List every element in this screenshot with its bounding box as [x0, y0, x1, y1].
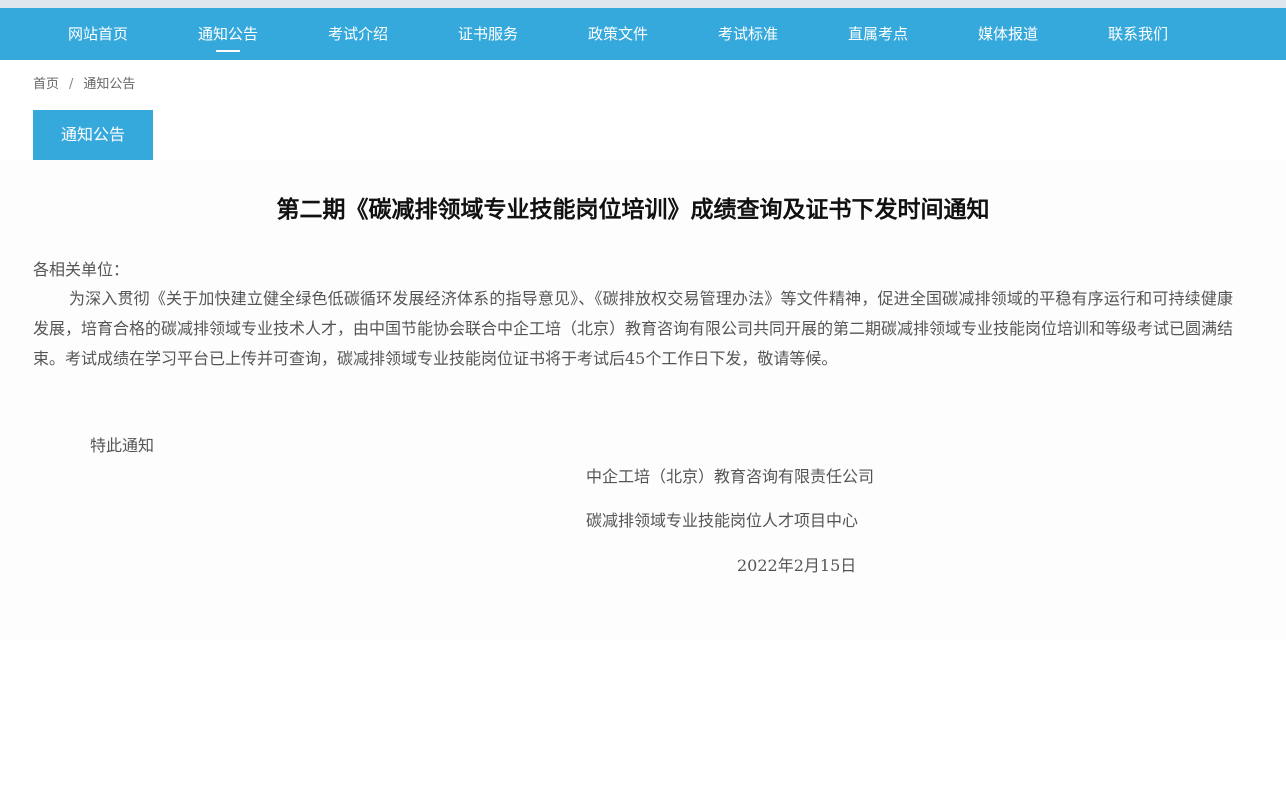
nav-item-label: 考试介绍 — [327, 25, 388, 43]
active-indicator — [216, 50, 240, 52]
nav-item-exam-intro[interactable]: 考试介绍 — [293, 8, 423, 60]
nav-item-media[interactable]: 媒体报道 — [943, 8, 1073, 60]
nav-item-label: 通知公告 — [197, 25, 258, 43]
article-paragraph: 为深入贯彻《关于加快建立健全绿色低碳循环发展经济体系的指导意见》、《碳排放权交易… — [33, 289, 1234, 368]
nav-item-label: 直属考点 — [847, 25, 908, 43]
issue-date: 2022年2月15日 — [737, 556, 857, 575]
nav-item-home[interactable]: 网站首页 — [33, 8, 163, 60]
issuer-organization: 中企工培（北京）教育咨询有限责任公司 — [586, 467, 875, 486]
nav-item-label: 考试标准 — [717, 25, 778, 43]
breadcrumb: 首页 / 通知公告 — [33, 76, 135, 94]
article-title: 第二期《碳减排领域专业技能岗位培训》成绩查询及证书下发时间通知 — [276, 197, 990, 223]
nav-item-notices[interactable]: 通知公告 — [163, 8, 293, 60]
nav-item-label: 证书服务 — [457, 25, 518, 43]
nav-item-certificate-service[interactable]: 证书服务 — [423, 8, 553, 60]
issuer-project-center: 碳减排领域专业技能岗位人才项目中心 — [586, 511, 859, 530]
article-container — [0, 160, 1286, 640]
nav-item-label: 网站首页 — [67, 25, 128, 43]
nav-item-contact[interactable]: 联系我们 — [1073, 8, 1203, 60]
nav-item-label: 政策文件 — [587, 25, 648, 43]
nav-item-label: 媒体报道 — [977, 25, 1038, 43]
article-salutation: 各相关单位： — [33, 260, 130, 279]
nav-item-exam-standards[interactable]: 考试标准 — [683, 8, 813, 60]
nav-item-test-centers[interactable]: 直属考点 — [813, 8, 943, 60]
breadcrumb-home-link[interactable]: 首页 — [33, 76, 59, 94]
breadcrumb-current[interactable]: 通知公告 — [83, 76, 135, 94]
section-tab-notices[interactable]: 通知公告 — [33, 110, 153, 160]
article-signoff: 特此通知 — [90, 436, 155, 455]
top-banner-strip — [0, 0, 1286, 8]
breadcrumb-separator: / — [69, 77, 74, 92]
nav-item-policy-docs[interactable]: 政策文件 — [553, 8, 683, 60]
main-nav: 网站首页 通知公告 考试介绍 证书服务 政策文件 考试标准 直属考点 媒体报道 … — [0, 8, 1286, 60]
nav-item-label: 联系我们 — [1107, 25, 1168, 43]
